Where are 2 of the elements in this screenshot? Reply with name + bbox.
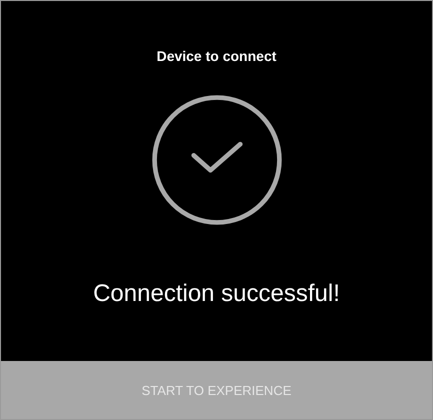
status-message: Connection successful! bbox=[93, 280, 340, 308]
dialog-title: Device to connect bbox=[156, 48, 276, 64]
